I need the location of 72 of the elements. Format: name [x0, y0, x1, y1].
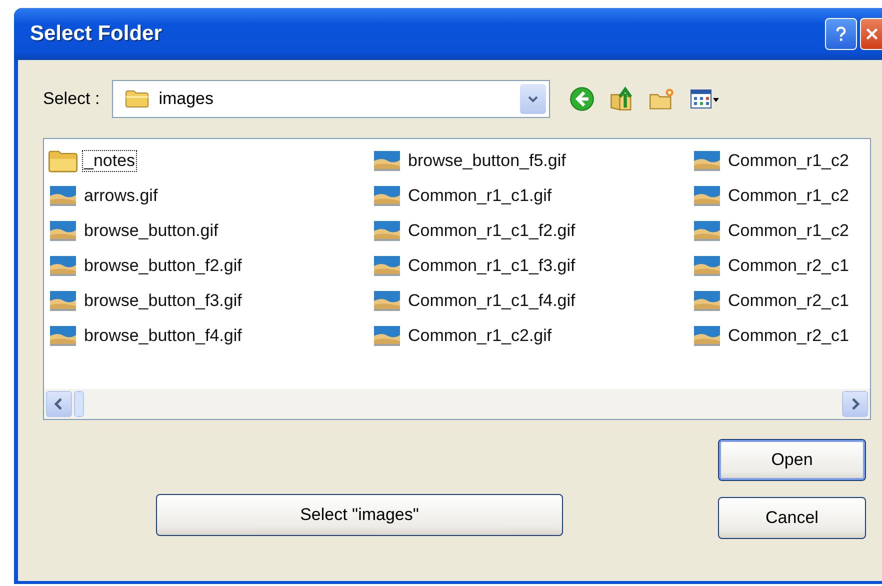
location-dropdown[interactable]: images: [112, 80, 550, 118]
image-file-icon: [692, 288, 722, 312]
file-item[interactable]: _notes: [48, 143, 372, 178]
image-file-icon: [372, 218, 402, 242]
image-file-icon: [372, 254, 402, 278]
file-item[interactable]: browse_button_f4.gif: [48, 318, 372, 353]
image-file-icon: [48, 254, 78, 278]
select-folder-button[interactable]: Select "images": [156, 494, 563, 536]
file-name: Common_r1_c1_f3.gif: [407, 254, 576, 276]
file-name: Common_r2_c1: [727, 324, 850, 346]
file-name: Common_r1_c2.gif: [407, 324, 553, 346]
file-name: browse_button_f3.gif: [83, 290, 243, 312]
image-file-icon: [48, 184, 78, 208]
new-folder-icon[interactable]: [648, 86, 675, 112]
views-menu-icon[interactable]: [688, 88, 721, 110]
file-name: Common_r1_c1.gif: [407, 184, 553, 206]
file-item[interactable]: browse_button_f3.gif: [48, 283, 372, 318]
scroll-left-button[interactable]: [46, 391, 72, 417]
close-icon: [864, 26, 880, 42]
file-item[interactable]: Common_r1_c1.gif: [372, 178, 692, 213]
file-name: browse_button_f4.gif: [83, 324, 243, 346]
image-file-icon: [372, 148, 402, 172]
cancel-button[interactable]: Cancel: [718, 497, 866, 539]
file-item[interactable]: browse_button_f5.gif: [372, 143, 692, 178]
file-name: browse_button_f5.gif: [407, 150, 567, 172]
help-button[interactable]: [825, 18, 857, 50]
folder-icon: [124, 90, 149, 108]
file-item[interactable]: arrows.gif: [48, 178, 372, 213]
image-file-icon: [48, 324, 78, 348]
scrollbar-thumb[interactable]: [74, 391, 84, 417]
image-file-icon: [48, 288, 78, 312]
file-item[interactable]: Common_r1_c2: [692, 178, 868, 213]
file-item[interactable]: Common_r2_c1: [692, 283, 868, 318]
file-item[interactable]: Common_r1_c1_f2.gif: [372, 213, 692, 248]
file-name: Common_r2_c1: [727, 254, 850, 276]
image-file-icon: [692, 148, 722, 172]
image-file-icon: [372, 324, 402, 348]
back-icon[interactable]: [568, 86, 595, 112]
image-file-icon: [372, 184, 402, 208]
file-item[interactable]: browse_button_f2.gif: [48, 248, 372, 283]
file-name: Common_r1_c2: [727, 150, 850, 172]
image-file-icon: [692, 218, 722, 242]
image-file-icon: [692, 184, 722, 208]
window-title: Select Folder: [30, 22, 162, 46]
file-name: _notes: [82, 150, 138, 172]
image-file-icon: [372, 288, 402, 312]
image-file-icon: [692, 324, 722, 348]
file-item[interactable]: Common_r2_c1: [692, 318, 868, 353]
file-name: browse_button_f2.gif: [83, 254, 243, 276]
file-name: arrows.gif: [83, 184, 159, 206]
file-item[interactable]: Common_r1_c1_f4.gif: [372, 283, 692, 318]
up-folder-icon[interactable]: [608, 86, 635, 112]
file-item[interactable]: Common_r1_c2: [692, 143, 868, 178]
file-item[interactable]: Common_r2_c1: [692, 248, 868, 283]
file-name: Common_r1_c1_f4.gif: [407, 290, 576, 312]
open-button[interactable]: Open: [718, 439, 866, 481]
file-item[interactable]: Common_r1_c2: [692, 213, 868, 248]
scroll-right-button[interactable]: [842, 391, 868, 417]
file-name: Common_r1_c1_f2.gif: [407, 220, 576, 242]
file-name: browse_button.gif: [83, 220, 220, 242]
file-item[interactable]: Common_r1_c1_f3.gif: [372, 248, 692, 283]
image-file-icon: [48, 218, 78, 242]
file-name: Common_r1_c2: [727, 184, 850, 206]
folder-icon: [48, 148, 78, 172]
file-item[interactable]: browse_button.gif: [48, 213, 372, 248]
file-name: Common_r1_c2: [727, 220, 850, 242]
file-name: Common_r2_c1: [727, 290, 850, 312]
image-file-icon: [692, 254, 722, 278]
location-label: Select :: [43, 89, 100, 109]
close-button[interactable]: [860, 18, 882, 50]
file-item[interactable]: Common_r1_c2.gif: [372, 318, 692, 353]
horizontal-scrollbar[interactable]: [44, 389, 870, 419]
